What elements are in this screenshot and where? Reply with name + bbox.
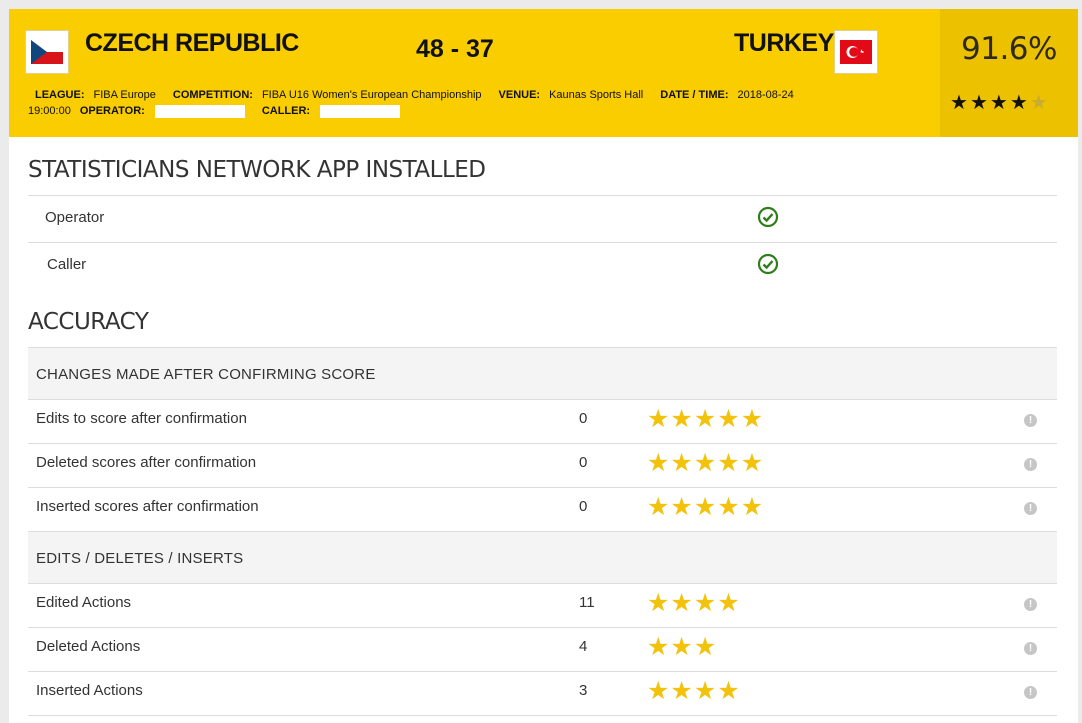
star-icon: ★: [647, 589, 671, 617]
date-value: 2018-08-24: [737, 89, 794, 101]
star-icon: ★: [950, 92, 970, 114]
check-circle-icon: [757, 206, 779, 228]
accuracy-row-label: Edited Actions: [36, 594, 132, 611]
away-team-name: TURKEY: [734, 29, 834, 57]
accuracy-group-title: EDITS / DELETES / INSERTS: [36, 550, 244, 567]
star-icon: ★: [969, 92, 990, 114]
star-rating: ★★★★: [647, 588, 741, 618]
accuracy-row-label: Inserted Actions: [36, 682, 143, 699]
accuracy-row-value: 0: [579, 498, 588, 515]
star-icon: ★: [740, 493, 765, 521]
star-icon: ★: [647, 677, 671, 705]
accuracy-row: Edits to score after confirmation 0 ★★★★…: [28, 399, 1057, 443]
home-team-name: CZECH REPUBLIC: [85, 29, 299, 57]
overall-score-box: 91.6% ★★★★★: [940, 9, 1078, 137]
venue-label: VENUE:: [498, 89, 541, 101]
report-page: CZECH REPUBLIC 48 - 37 TURKEY LEAGUE: FIB…: [9, 9, 1078, 723]
table-bottom-divider: [28, 715, 1057, 716]
time-value: 19:00:00: [28, 105, 71, 117]
accuracy-row: Inserted Actions 3 ★★★★ !: [28, 671, 1057, 715]
accuracy-row: Edited Actions 11 ★★★★ !: [28, 583, 1057, 627]
accuracy-row-label: Deleted scores after confirmation: [36, 454, 257, 471]
accuracy-group-header: CHANGES MADE AFTER CONFIRMING SCORE: [28, 347, 1057, 399]
star-icon: ★: [693, 677, 718, 705]
info-icon[interactable]: !: [1024, 642, 1037, 655]
app-installed-title: STATISTICIANS NETWORK APP INSTALLED: [28, 157, 486, 183]
accuracy-row: Deleted Actions 4 ★★★ !: [28, 627, 1057, 671]
accuracy-title: ACCURACY: [28, 309, 149, 335]
star-icon: ★: [740, 405, 765, 433]
star-icon: ★: [670, 493, 694, 521]
app-row-operator: Operator: [28, 195, 1057, 242]
star-icon: ★: [717, 589, 741, 617]
star-icon: ★: [1029, 92, 1050, 114]
star-icon: ★: [693, 633, 718, 661]
star-icon: ★: [670, 589, 694, 617]
star-icon: ★: [647, 405, 671, 433]
star-icon: ★: [693, 449, 718, 477]
star-rating: ★★★★★: [647, 448, 764, 478]
accuracy-row-label: Edits to score after confirmation: [36, 410, 247, 427]
accuracy-row-value: 11: [579, 594, 595, 611]
check-circle-icon: [757, 253, 779, 275]
accuracy-group-header: EDITS / DELETES / INSERTS: [28, 531, 1057, 583]
star-icon: ★: [647, 633, 671, 661]
app-row-caller: Caller: [28, 242, 1057, 289]
match-header: CZECH REPUBLIC 48 - 37 TURKEY LEAGUE: FIB…: [9, 9, 1078, 137]
star-icon: ★: [693, 493, 718, 521]
app-row-label: Operator: [45, 209, 105, 226]
league-label: LEAGUE:: [35, 89, 85, 101]
accuracy-row: Inserted scores after confirmation 0 ★★★…: [28, 487, 1057, 531]
star-icon: ★: [670, 633, 694, 661]
info-icon[interactable]: !: [1024, 502, 1037, 515]
caller-label: CALLER:: [261, 105, 311, 117]
star-icon: ★: [670, 405, 694, 433]
info-icon[interactable]: !: [1024, 458, 1037, 471]
czech-flag-icon: [25, 30, 69, 74]
competition-value: FIBA U16 Women's European Championship: [261, 89, 482, 101]
star-icon: ★: [647, 493, 671, 521]
star-icon: ★: [740, 449, 765, 477]
star-icon: ★: [693, 589, 718, 617]
venue-value: Kaunas Sports Hall: [549, 89, 644, 101]
accuracy-row-label: Deleted Actions: [36, 638, 141, 655]
star-icon: ★: [717, 405, 741, 433]
info-icon[interactable]: !: [1024, 686, 1037, 699]
star-rating: ★★★★★: [647, 404, 764, 434]
operator-name-field: [154, 104, 245, 118]
accuracy-row-value: 0: [579, 454, 588, 471]
star-icon: ★: [717, 449, 741, 477]
caller-name-field: [320, 104, 401, 118]
operator-label: OPERATOR:: [79, 105, 145, 117]
star-icon: ★: [1009, 92, 1030, 114]
star-icon: ★: [670, 677, 694, 705]
match-score: 48 - 37: [416, 35, 494, 63]
overall-rating: ★★★★★: [950, 90, 1050, 115]
info-icon[interactable]: !: [1024, 414, 1037, 427]
competition-label: COMPETITION:: [172, 89, 253, 101]
star-rating: ★★★★: [647, 676, 741, 706]
league-value: FIBA Europe: [93, 89, 156, 101]
accuracy-row-value: 3: [579, 682, 588, 699]
star-icon: ★: [693, 405, 718, 433]
match-meta: LEAGUE: FIBA Europe COMPETITION: FIBA U16 W…: [28, 87, 888, 119]
datetime-label: DATE / TIME:: [660, 89, 729, 101]
star-icon: ★: [989, 92, 1010, 114]
accuracy-row-label: Inserted scores after confirmation: [36, 498, 259, 515]
star-icon: ★: [717, 493, 741, 521]
star-rating: ★★★: [647, 632, 717, 662]
star-icon: ★: [647, 449, 671, 477]
app-row-label: Caller: [47, 256, 87, 273]
star-rating: ★★★★★: [647, 492, 764, 522]
accuracy-row: Deleted scores after confirmation 0 ★★★★…: [28, 443, 1057, 487]
accuracy-row-value: 0: [579, 410, 588, 427]
overall-percentage: 91.6%: [961, 31, 1057, 67]
star-icon: ★: [717, 677, 741, 705]
turkey-flag-icon: [834, 30, 878, 74]
accuracy-row-value: 4: [579, 638, 588, 655]
accuracy-group-title: CHANGES MADE AFTER CONFIRMING SCORE: [36, 366, 376, 383]
info-icon[interactable]: !: [1024, 598, 1037, 611]
star-icon: ★: [670, 449, 694, 477]
